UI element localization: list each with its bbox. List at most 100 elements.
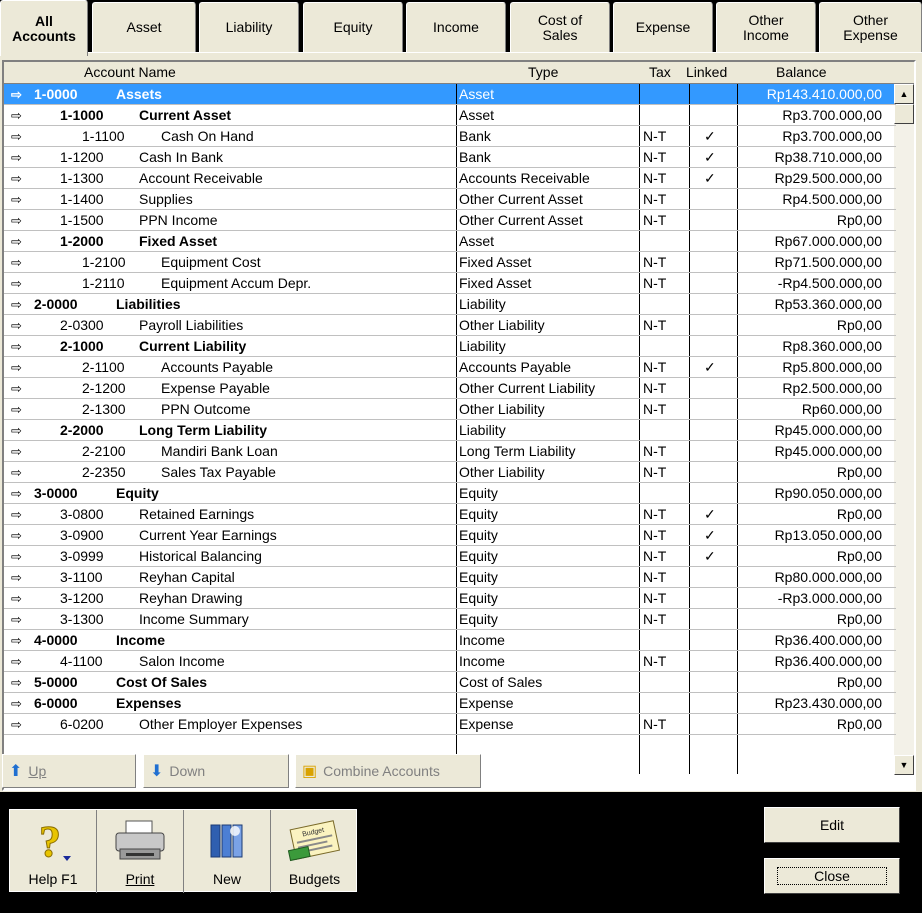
row-arrow-icon[interactable]: ⇨ bbox=[11, 399, 29, 420]
row-arrow-icon[interactable]: ⇨ bbox=[11, 630, 29, 651]
account-row[interactable]: ⇨ 2-2100 Mandiri Bank Loan Long Term Liabil… bbox=[4, 441, 896, 462]
row-divider bbox=[4, 692, 896, 693]
row-arrow-icon[interactable]: ⇨ bbox=[11, 84, 29, 105]
account-row[interactable]: ⇨ 1-2110 Equipment Accum Depr. Fixed Asset N… bbox=[4, 273, 896, 294]
row-arrow-icon[interactable]: ⇨ bbox=[11, 189, 29, 210]
column-header-linked[interactable]: Linked bbox=[686, 64, 727, 80]
tab-liability[interactable]: Liability bbox=[199, 2, 299, 52]
account-type-tabs: All Accounts Asset Liability Equity Inco… bbox=[0, 0, 922, 56]
account-row[interactable]: ⇨ 2-1200 Expense Payable Other Current Liab… bbox=[4, 378, 896, 399]
account-row[interactable]: ⇨ 5-0000 Cost Of Sales Cost of Sales Rp0,00 bbox=[4, 672, 896, 693]
budget-sheet-icon: Budget bbox=[285, 817, 345, 865]
account-row[interactable]: ⇨ 3-1100 Reyhan Capital Equity N-T Rp80.000.0… bbox=[4, 567, 896, 588]
row-arrow-icon[interactable]: ⇨ bbox=[11, 483, 29, 504]
print-button[interactable]: Print bbox=[97, 810, 184, 893]
row-arrow-icon[interactable]: ⇨ bbox=[11, 252, 29, 273]
row-arrow-icon[interactable]: ⇨ bbox=[11, 504, 29, 525]
account-row[interactable]: ⇨ 4-0000 Income Income Rp36.400.000,00 bbox=[4, 630, 896, 651]
row-arrow-icon[interactable]: ⇨ bbox=[11, 378, 29, 399]
account-row[interactable]: ⇨ 6-0200 Other Employer Expenses Expense N-T… bbox=[4, 714, 896, 735]
row-arrow-icon[interactable]: ⇨ bbox=[11, 231, 29, 252]
budgets-button[interactable]: Budget Budgets bbox=[271, 810, 358, 893]
scroll-up-icon[interactable]: ▲ bbox=[894, 84, 914, 104]
row-arrow-icon[interactable]: ⇨ bbox=[11, 609, 29, 630]
account-row[interactable]: ⇨ 1-1200 Cash In Bank Bank N-T ✓ Rp38.710.000,… bbox=[4, 147, 896, 168]
account-row[interactable]: ⇨ 3-0900 Current Year Earnings Equity N-T ✓ Rp… bbox=[4, 525, 896, 546]
account-row[interactable]: ⇨ 1-1000 Current Asset Asset Rp3.700.000,00 bbox=[4, 105, 896, 126]
account-row[interactable]: ⇨ 1-1300 Account Receivable Accounts Receiv… bbox=[4, 168, 896, 189]
row-arrow-icon[interactable]: ⇨ bbox=[11, 567, 29, 588]
account-row[interactable]: ⇨ 2-2000 Long Term Liability Liability Rp45.… bbox=[4, 420, 896, 441]
edit-button[interactable]: Edit bbox=[764, 807, 900, 843]
row-arrow-icon[interactable]: ⇨ bbox=[11, 294, 29, 315]
tab-income[interactable]: Income bbox=[406, 2, 506, 52]
row-arrow-icon[interactable]: ⇨ bbox=[11, 588, 29, 609]
account-row[interactable]: ⇨ 1-1100 Cash On Hand Bank N-T ✓ Rp3.700.000,0… bbox=[4, 126, 896, 147]
tab-other-expense[interactable]: Other Expense bbox=[819, 2, 922, 52]
account-row[interactable]: ⇨ 6-0000 Expenses Expense Rp23.430.000,00 bbox=[4, 693, 896, 714]
row-arrow-icon[interactable]: ⇨ bbox=[11, 441, 29, 462]
tab-cost-of-sales[interactable]: Cost of Sales bbox=[510, 2, 610, 52]
account-row[interactable]: ⇨ 3-0800 Retained Earnings Equity N-T ✓ Rp0,00 bbox=[4, 504, 896, 525]
vertical-scrollbar[interactable]: ▲ ▼ bbox=[894, 84, 914, 775]
move-up-button[interactable]: ⬆ Up bbox=[2, 754, 136, 788]
column-header-account-name[interactable]: Account Name bbox=[84, 64, 176, 80]
linked-check-icon: ✓ bbox=[704, 149, 716, 165]
row-divider bbox=[4, 356, 896, 357]
row-arrow-icon[interactable]: ⇨ bbox=[11, 147, 29, 168]
combine-accounts-button[interactable]: ▣ Combine Accounts bbox=[295, 754, 481, 788]
row-arrow-icon[interactable]: ⇨ bbox=[11, 357, 29, 378]
account-row[interactable]: ⇨ 2-1300 PPN Outcome Other Liability N-T Rp60… bbox=[4, 399, 896, 420]
row-arrow-icon[interactable]: ⇨ bbox=[11, 462, 29, 483]
row-arrow-icon[interactable]: ⇨ bbox=[11, 315, 29, 336]
row-arrow-icon[interactable]: ⇨ bbox=[11, 651, 29, 672]
row-arrow-icon[interactable]: ⇨ bbox=[11, 126, 29, 147]
account-row[interactable]: ⇨ 1-1400 Supplies Other Current Asset N-T Rp4… bbox=[4, 189, 896, 210]
account-number: 1-1400 bbox=[60, 191, 104, 207]
account-balance: Rp3.700.000,00 bbox=[782, 128, 882, 144]
account-row[interactable]: ⇨ 3-1300 Income Summary Equity N-T Rp0,00 bbox=[4, 609, 896, 630]
account-row[interactable]: ⇨ 3-0000 Equity Equity Rp90.050.000,00 bbox=[4, 483, 896, 504]
tab-asset[interactable]: Asset bbox=[92, 2, 196, 52]
column-header-balance[interactable]: Balance bbox=[776, 64, 827, 80]
row-arrow-icon[interactable]: ⇨ bbox=[11, 210, 29, 231]
row-arrow-icon[interactable]: ⇨ bbox=[11, 693, 29, 714]
tab-all-accounts[interactable]: All Accounts bbox=[0, 0, 88, 56]
account-row[interactable]: ⇨ 2-1100 Accounts Payable Accounts Payable N… bbox=[4, 357, 896, 378]
account-row[interactable]: ⇨ 4-1100 Salon Income Income N-T Rp36.400.000… bbox=[4, 651, 896, 672]
account-row[interactable]: ⇨ 1-2000 Fixed Asset Asset Rp67.000.000,00 bbox=[4, 231, 896, 252]
column-header-tax[interactable]: Tax bbox=[649, 64, 671, 80]
tab-expense[interactable]: Expense bbox=[613, 2, 713, 52]
tab-other-income[interactable]: Other Income bbox=[716, 2, 816, 52]
account-row[interactable]: ⇨ 1-1500 PPN Income Other Current Asset N-T R… bbox=[4, 210, 896, 231]
account-row[interactable]: ⇨ 2-1000 Current Liability Liability Rp8.360… bbox=[4, 336, 896, 357]
column-header-type[interactable]: Type bbox=[528, 64, 558, 80]
linked-check-icon: ✓ bbox=[704, 527, 716, 543]
close-button[interactable]: Close bbox=[763, 857, 901, 895]
row-arrow-icon[interactable]: ⇨ bbox=[11, 420, 29, 441]
help-button[interactable]: ? Help F1 bbox=[10, 810, 97, 893]
row-arrow-icon[interactable]: ⇨ bbox=[11, 105, 29, 126]
account-row[interactable]: ⇨ 2-2350 Sales Tax Payable Other Liability N… bbox=[4, 462, 896, 483]
row-arrow-icon[interactable]: ⇨ bbox=[11, 525, 29, 546]
account-balance: Rp0,00 bbox=[836, 716, 882, 732]
row-arrow-icon[interactable]: ⇨ bbox=[11, 168, 29, 189]
account-row[interactable]: ⇨ 2-0300 Payroll Liabilities Other Liabilit… bbox=[4, 315, 896, 336]
new-button[interactable]: New bbox=[184, 810, 271, 893]
account-row[interactable]: ⇨ 1-0000 Assets Asset Rp143.410.000,00 bbox=[4, 84, 896, 105]
account-row[interactable]: ⇨ 3-1200 Reyhan Drawing Equity N-T -Rp3.000.0… bbox=[4, 588, 896, 609]
account-row[interactable]: ⇨ 1-2100 Equipment Cost Fixed Asset N-T Rp71.… bbox=[4, 252, 896, 273]
tax-code: N-T bbox=[643, 548, 667, 564]
row-arrow-icon[interactable]: ⇨ bbox=[11, 273, 29, 294]
scroll-thumb[interactable] bbox=[894, 104, 914, 124]
account-row[interactable]: ⇨ 3-0999 Historical Balancing Equity N-T ✓ Rp0… bbox=[4, 546, 896, 567]
row-arrow-icon[interactable]: ⇨ bbox=[11, 714, 29, 735]
row-arrow-icon[interactable]: ⇨ bbox=[11, 546, 29, 567]
accounts-list-panel: Account Name Type Tax Linked Balance ⇨ 1-… bbox=[0, 52, 922, 792]
tab-equity[interactable]: Equity bbox=[303, 2, 403, 52]
move-down-button[interactable]: ⬇ Down bbox=[143, 754, 289, 788]
scroll-down-icon[interactable]: ▼ bbox=[894, 755, 914, 775]
row-arrow-icon[interactable]: ⇨ bbox=[11, 672, 29, 693]
row-arrow-icon[interactable]: ⇨ bbox=[11, 336, 29, 357]
account-row[interactable]: ⇨ 2-0000 Liabilities Liability Rp53.360.000,… bbox=[4, 294, 896, 315]
